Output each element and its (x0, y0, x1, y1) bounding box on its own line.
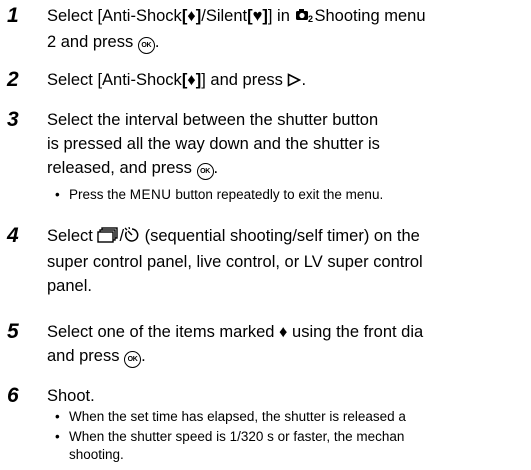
step-text: Select one of the items marked ♦ using t… (47, 320, 423, 368)
bullet-item: • When the shutter speed is 1/320 s or fa… (55, 429, 405, 462)
self-timer-icon (124, 226, 140, 250)
svg-text:2: 2 (308, 14, 313, 23)
step-number: 4 (7, 224, 19, 247)
step-number: 5 (7, 320, 19, 343)
step-number: 3 (7, 108, 19, 131)
step-number: 2 (7, 68, 19, 91)
ok-button-icon: OK (124, 351, 142, 368)
step-number: 1 (7, 4, 19, 27)
shooting-menu-icon: 2 (295, 6, 315, 30)
sequential-shooting-icon (97, 226, 119, 250)
menu-button-label: MENU (129, 187, 172, 202)
step-text: Shoot. (47, 387, 95, 405)
bullet-item: • When the set time has elapsed, the shut… (55, 409, 406, 424)
step-number: 6 (7, 384, 19, 407)
right-arrow-icon (287, 70, 302, 94)
step-text: Select [Anti-Shock[♦]] and press . (47, 68, 306, 94)
ok-button-icon: OK (196, 163, 214, 180)
ok-button-icon: OK (137, 37, 155, 54)
step-text: Select [Anti-Shock[♦]/Silent[♥]] in 2 Sh… (47, 4, 426, 54)
bullet-item: • Press the MENU button repeatedly to exi… (55, 187, 384, 202)
step-text: Select the interval between the shutter … (47, 108, 380, 180)
step-text: Select / (sequential shooting/self timer… (47, 226, 423, 295)
